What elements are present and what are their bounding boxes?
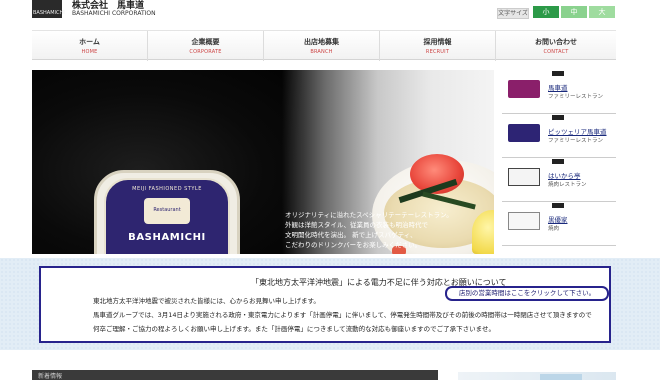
nav-sublabel: CONTACT [543, 49, 569, 55]
brand-tab-marker [552, 115, 564, 120]
brand-tab-marker [552, 159, 564, 164]
nav-label: 出店地募集 [304, 38, 339, 46]
global-nav: ホーム HOME 企業概要 CORPORATE 出店地募集 BRANCH 採用情… [32, 30, 616, 61]
brand-type: 焼肉 [548, 226, 560, 232]
nav-corporate[interactable]: 企業概要 CORPORATE [148, 31, 264, 61]
pizzeria-bashamichi-logo-icon [508, 124, 540, 142]
brand-name: 馬車道 [548, 84, 568, 92]
nav-sublabel: CORPORATE [189, 49, 222, 55]
brand-list: 馬車道 ファミリーレストラン ピッツェリア馬車道 ファミリーレストラン はいから… [502, 70, 616, 254]
nav-contact[interactable]: お問い合わせ CONTACT [496, 31, 616, 61]
brand-name: ピッツェリア馬車道 [548, 128, 607, 136]
side-banner-image [540, 374, 582, 380]
company-logo[interactable]: BASHAMICHI [32, 0, 65, 18]
company-name-en: BASHAMICHI CORPORATION [72, 10, 156, 17]
logo-text: BASHAMICHI [33, 10, 65, 16]
brand-item-pizzeria[interactable]: ピッツェリア馬車道 ファミリーレストラン [502, 114, 616, 158]
brand-name: 黒優家 [548, 216, 568, 224]
font-size-label: 文字サイズ [497, 8, 529, 19]
font-size-large-button[interactable]: 大 [589, 6, 615, 18]
notice-line: 何卒ご理解・ご協力の程よろしくお願い申し上げます。また「計画停電」につきまして流… [93, 325, 495, 333]
notice-line: 東北地方太平洋沖地震で被災された皆様には、心からお見舞い申し上げます。 [93, 297, 320, 305]
visual-copy-line: 文明開化時代を演出。 新で上げスパゲティ、 [285, 231, 417, 239]
nav-label: 企業概要 [191, 38, 220, 46]
brand-item-haikaratei[interactable]: はいから亭 焼肉レストラン [502, 158, 616, 202]
side-banner[interactable] [458, 372, 616, 380]
brand-type: ファミリーレストラン [548, 94, 604, 100]
main-visual: MEIJI FASHIONED STYLE Restaurant BASHAMI… [32, 70, 494, 254]
nav-sublabel: RECRUIT [425, 49, 450, 55]
sign-arc-text: MEIJI FASHIONED STYLE [132, 186, 202, 192]
store-hours-link[interactable]: 店別の営業時間はここをクリックして下さい。 [445, 286, 609, 301]
sign-brand-name: BASHAMICHI [128, 232, 206, 243]
visual-copy-line: こだわりのドリンクバーをお楽しみください。 [285, 241, 422, 249]
notice-box: 「東北地方太平洋沖地震」による電力不足に伴う対応とお願いについて 店別の営業時間… [39, 266, 611, 343]
haikaratei-logo-icon [508, 168, 540, 186]
brand-tab-marker [552, 71, 564, 76]
nav-label: 採用情報 [423, 38, 452, 46]
nav-label: ホーム [79, 38, 100, 46]
font-size-small-button[interactable]: 小 [533, 6, 559, 18]
notice-line: 馬車道グループでは、3月14日より実施される政府・東京電力によります「計画停電」… [93, 311, 592, 319]
kuroyuka-logo-icon [508, 212, 540, 230]
nav-sublabel: BRANCH [310, 49, 333, 55]
nav-sublabel: HOME [81, 49, 98, 55]
news-heading: 新着情報 [38, 373, 63, 380]
brand-item-kuroyuka[interactable]: 黒優家 焼肉 [502, 202, 616, 246]
brand-tab-marker [552, 203, 564, 208]
brand-type: 焼肉レストラン [548, 182, 587, 188]
visual-copy: オリジナリティに溢れたスペシャリテーテーレストラン。 外観は洋館スタイル、従業員… [285, 210, 494, 250]
nav-label: お問い合わせ [535, 38, 577, 46]
nav-home[interactable]: ホーム HOME [32, 31, 148, 61]
nav-recruit[interactable]: 採用情報 RECRUIT [380, 31, 496, 61]
brand-name: はいから亭 [548, 172, 581, 180]
news-section-header: 新着情報 [32, 370, 438, 380]
font-size-medium-button[interactable]: 中 [561, 6, 587, 18]
nav-branch[interactable]: 出店地募集 BRANCH [264, 31, 380, 61]
brand-type: ファミリーレストラン [548, 138, 604, 144]
visual-copy-line: 外観は洋館スタイル、従業員の衣装も明治時代で [285, 221, 428, 229]
visual-copy-line: オリジナリティに溢れたスペシャリテーテーレストラン。 [285, 211, 453, 219]
brand-item-bashamichi[interactable]: 馬車道 ファミリーレストラン [502, 70, 616, 114]
sign-crest-text: Restaurant [153, 207, 181, 213]
bashamichi-logo-icon [508, 80, 540, 98]
site-header: BASHAMICHI 株式会社 馬車道 BASHAMICHI CORPORATI… [0, 0, 660, 30]
